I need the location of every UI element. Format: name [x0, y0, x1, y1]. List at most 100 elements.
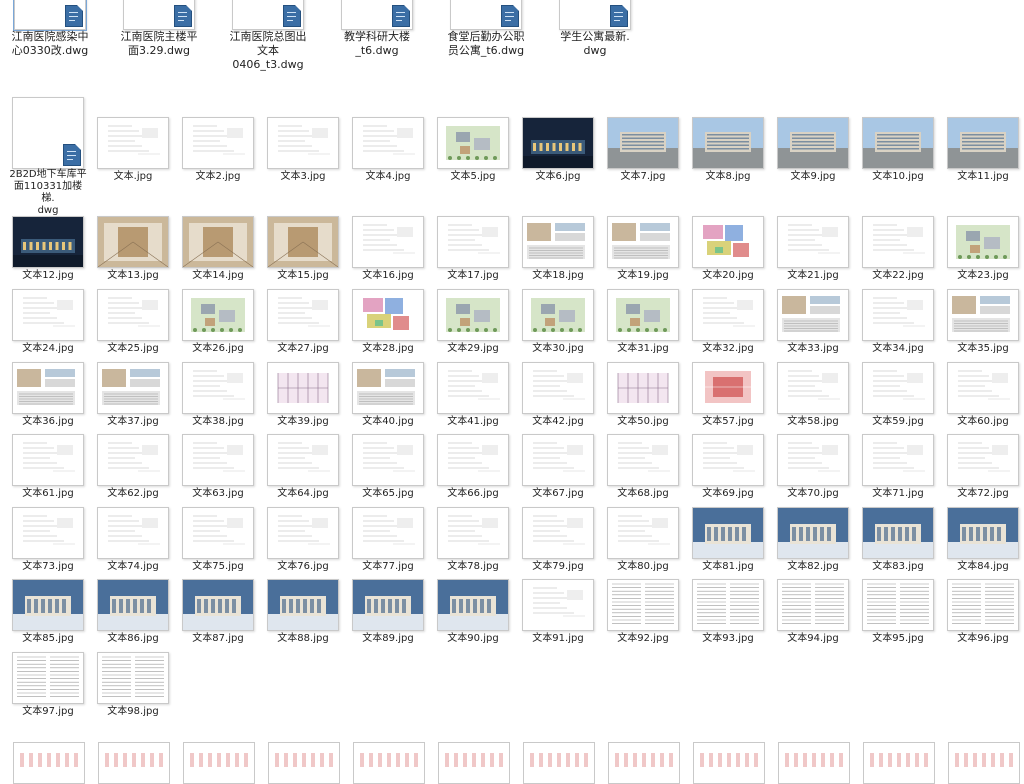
image-thumbnail[interactable]: [693, 742, 765, 784]
file-name-label: 文本2.jpg: [195, 171, 241, 182]
file-name-label: 文本98.jpg: [107, 706, 159, 717]
image-thumbnail: [777, 507, 849, 559]
file-name-label: 文本11.jpg: [957, 171, 1009, 182]
image-thumbnail[interactable]: [523, 742, 595, 784]
file-name-label: 文本31.jpg: [617, 343, 669, 354]
image-thumbnail: [267, 117, 339, 169]
file-name-label: 文本38.jpg: [192, 416, 244, 427]
image-thumbnail: [12, 507, 84, 559]
file-grid: 江南医院感染中 心0330改.dwg 江南医院主楼平 面3.29.dwg 江南医院总图出…: [0, 0, 1024, 784]
image-thumbnail: [352, 117, 424, 169]
dwg-file-icon: [13, 0, 87, 31]
image-thumbnail[interactable]: [268, 742, 340, 784]
image-thumbnail: [12, 216, 84, 268]
image-thumbnail: [352, 216, 424, 268]
image-thumbnail: [862, 117, 934, 169]
file-name-label: 文本41.jpg: [447, 416, 499, 427]
file-name-label: 文本66.jpg: [447, 488, 499, 499]
image-thumbnail[interactable]: [183, 742, 255, 784]
image-thumbnail: [522, 216, 594, 268]
image-thumbnail: [862, 434, 934, 486]
file-name-label: 文本75.jpg: [192, 561, 244, 572]
image-thumbnail: [692, 216, 764, 268]
file-name-label: 文本95.jpg: [872, 633, 924, 644]
file-name-label: 文本25.jpg: [107, 343, 159, 354]
image-thumbnail: [267, 579, 339, 631]
image-thumbnail: [437, 362, 509, 414]
image-thumbnail: [862, 289, 934, 341]
file-name-label: 文本10.jpg: [872, 171, 924, 182]
file-name-label: 文本89.jpg: [362, 633, 414, 644]
file-name-label: 文本22.jpg: [872, 270, 924, 281]
image-thumbnail: [267, 289, 339, 341]
file-name-label: 文本36.jpg: [22, 416, 74, 427]
file-name-label: 文本93.jpg: [702, 633, 754, 644]
image-thumbnail: [947, 216, 1019, 268]
image-thumbnail: [267, 216, 339, 268]
file-name-label: 文本63.jpg: [192, 488, 244, 499]
image-thumbnail: [862, 362, 934, 414]
file-name-label: 文本14.jpg: [192, 270, 244, 281]
image-thumbnail: [522, 362, 594, 414]
image-thumbnail[interactable]: [778, 742, 850, 784]
dwg-badge-icon: [174, 5, 192, 27]
image-thumbnail[interactable]: [863, 742, 935, 784]
file-name-label: 文本88.jpg: [277, 633, 329, 644]
image-thumbnail[interactable]: [948, 742, 1020, 784]
image-thumbnail[interactable]: [13, 742, 85, 784]
file-name-label: 文本29.jpg: [447, 343, 499, 354]
image-thumbnail: [12, 289, 84, 341]
image-thumbnail: [777, 216, 849, 268]
image-thumbnail[interactable]: [353, 742, 425, 784]
file-name-label: 文本62.jpg: [107, 488, 159, 499]
file-name-label: 文本72.jpg: [957, 488, 1009, 499]
dwg-file-icon: [232, 0, 304, 30]
file-name-label: 文本7.jpg: [620, 171, 666, 182]
file-name-label: 文本13.jpg: [107, 270, 159, 281]
image-thumbnail: [607, 362, 679, 414]
file-name-label: 文本39.jpg: [277, 416, 329, 427]
image-thumbnail: [12, 652, 84, 704]
file-name-label: 文本70.jpg: [787, 488, 839, 499]
image-thumbnail[interactable]: [438, 742, 510, 784]
file-name-label: 文本37.jpg: [107, 416, 159, 427]
file-name-label: 江南医院感染中 心0330改.dwg: [11, 30, 89, 57]
file-name-label: 文本82.jpg: [787, 561, 839, 572]
image-thumbnail: [522, 289, 594, 341]
image-thumbnail: [522, 507, 594, 559]
file-name-label: 文本30.jpg: [532, 343, 584, 354]
image-thumbnail: [777, 579, 849, 631]
dwg-file-icon: [12, 97, 84, 169]
dwg-badge-icon: [65, 5, 83, 27]
image-thumbnail: [777, 362, 849, 414]
image-thumbnail: [947, 117, 1019, 169]
file-name-label: 文本5.jpg: [450, 171, 496, 182]
file-name-label: 文本8.jpg: [705, 171, 751, 182]
image-thumbnail[interactable]: [608, 742, 680, 784]
file-name-label: 文本74.jpg: [107, 561, 159, 572]
image-thumbnail: [862, 216, 934, 268]
image-thumbnail: [97, 434, 169, 486]
file-name-label: 文本60.jpg: [957, 416, 1009, 427]
image-thumbnail: [692, 289, 764, 341]
image-thumbnail: [97, 117, 169, 169]
image-thumbnail[interactable]: [98, 742, 170, 784]
image-thumbnail: [522, 579, 594, 631]
image-thumbnail: [97, 216, 169, 268]
file-name-label: 文本3.jpg: [280, 171, 326, 182]
file-name-label: 文本96.jpg: [957, 633, 1009, 644]
image-thumbnail: [97, 362, 169, 414]
file-name-label: 文本67.jpg: [532, 488, 584, 499]
image-thumbnail: [607, 289, 679, 341]
image-thumbnail: [182, 434, 254, 486]
image-thumbnail: [437, 579, 509, 631]
file-name-label: 文本19.jpg: [617, 270, 669, 281]
image-thumbnail: [692, 507, 764, 559]
file-name-label: 文本84.jpg: [957, 561, 1009, 572]
file-name-label: 文本90.jpg: [447, 633, 499, 644]
file-name-label: 文本34.jpg: [872, 343, 924, 354]
file-name-label: 文本92.jpg: [617, 633, 669, 644]
file-name-label: 文本87.jpg: [192, 633, 244, 644]
dwg-badge-icon: [392, 5, 410, 27]
dwg-badge-icon: [610, 5, 628, 27]
